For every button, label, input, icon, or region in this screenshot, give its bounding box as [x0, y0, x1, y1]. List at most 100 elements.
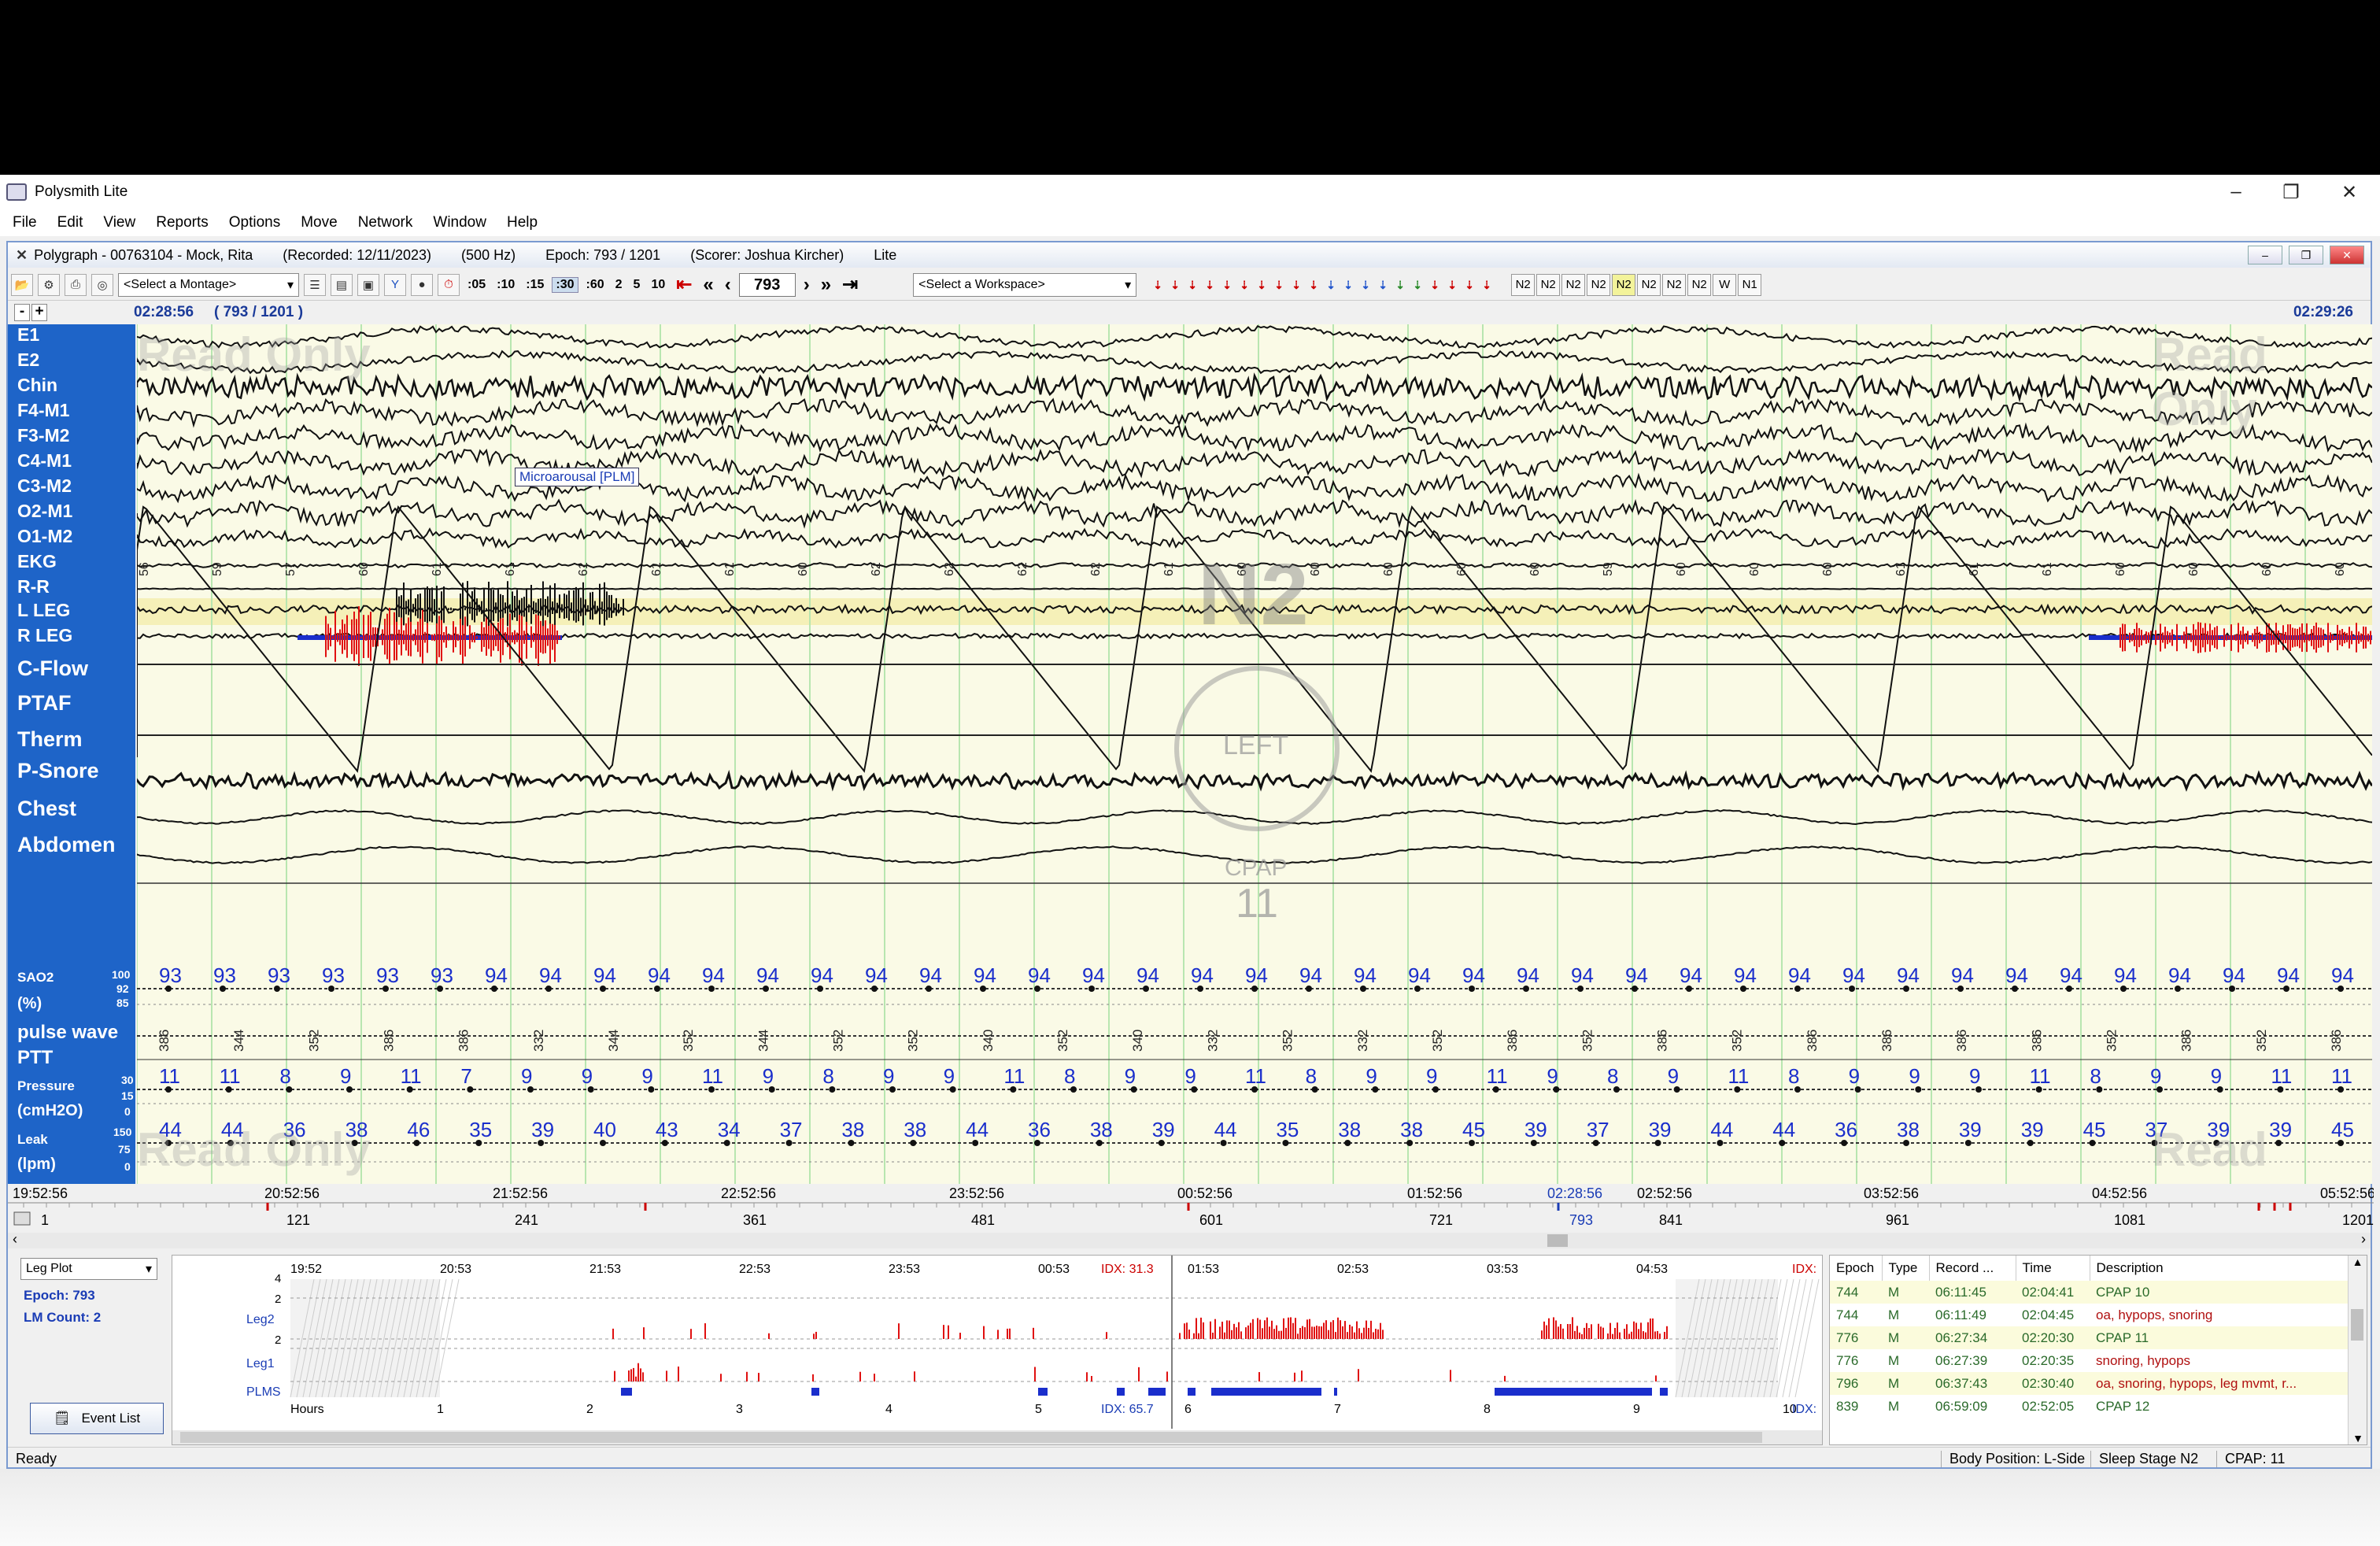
menu-move[interactable]: Move [301, 214, 337, 231]
epoch-length-2m[interactable]: 2 [612, 278, 626, 292]
col-description[interactable]: Description [2090, 1256, 2367, 1281]
stage-button[interactable]: N2 [1637, 273, 1661, 296]
channel-label-c-flow[interactable]: C-Flow [17, 656, 88, 681]
event-list-button[interactable]: 🗒 Event List [30, 1403, 164, 1434]
first-epoch-icon[interactable]: ⇤ [673, 273, 695, 296]
event-marker-icon[interactable]: ⇣ [1184, 275, 1201, 295]
stage-button[interactable]: N2 [1687, 273, 1712, 296]
epoch-length-60s[interactable]: :60 [583, 278, 608, 292]
menu-view[interactable]: View [103, 214, 135, 231]
stage-button[interactable]: N2 [1561, 273, 1586, 296]
channel-label-r-r[interactable]: R-R [17, 576, 50, 597]
menu-file[interactable]: File [13, 214, 37, 231]
channel-label-o1-m2[interactable]: O1-M2 [17, 526, 72, 547]
channel-label-chest[interactable]: Chest [17, 797, 76, 821]
channel-label-p-snore[interactable]: P-Snore [17, 759, 99, 783]
page-forward-icon[interactable]: » [818, 274, 834, 296]
channel-label-chin[interactable]: Chin [17, 375, 57, 396]
channel-label-abdomen[interactable]: Abdomen [17, 833, 116, 857]
stage-button[interactable]: N2 [1587, 273, 1611, 296]
stage-button[interactable]: N1 [1738, 273, 1762, 296]
record-icon[interactable]: ● [411, 273, 433, 296]
report-icon[interactable]: ▤ [331, 273, 353, 296]
event-marker-icon[interactable]: ⇣ [1305, 275, 1322, 295]
next-epoch-icon[interactable]: › [800, 274, 813, 296]
channel-label-e2[interactable]: E2 [17, 350, 39, 371]
event-marker-icon[interactable]: ⇣ [1409, 275, 1426, 295]
stage-button[interactable]: W [1713, 273, 1737, 296]
channel-label-l-leg[interactable]: L LEG [17, 600, 70, 621]
channel-label-f4-m1[interactable]: F4-M1 [17, 400, 69, 421]
montage-icon[interactable]: ◎ [91, 273, 113, 296]
stage-button[interactable]: N2 [1536, 273, 1561, 296]
event-marker-icon[interactable]: ⇣ [1236, 275, 1253, 295]
scroll-left-icon[interactable]: ‹ [13, 1231, 17, 1248]
event-marker-icon[interactable]: ⇣ [1149, 275, 1166, 295]
event-row[interactable]: 744 M 06:11:45 02:04:41 CPAP 10 [1830, 1281, 2367, 1304]
event-marker-icon[interactable]: ⇣ [1253, 275, 1270, 295]
expand-button[interactable]: + [31, 304, 47, 321]
channel-label-ekg[interactable]: EKG [17, 551, 57, 572]
restore-icon[interactable]: ❐ [2264, 175, 2319, 209]
epoch-length-10m[interactable]: 10 [648, 278, 668, 292]
event-marker-icon[interactable]: ⇣ [1322, 275, 1340, 295]
menu-options[interactable]: Options [229, 214, 280, 231]
open-folder-icon[interactable]: 📂 [11, 273, 33, 296]
menu-help[interactable]: Help [507, 214, 538, 231]
col-type[interactable]: Type [1882, 1256, 1930, 1281]
col-epoch[interactable]: Epoch [1830, 1256, 1883, 1281]
epoch-length-5m[interactable]: 5 [630, 278, 644, 292]
epoch-length-5s[interactable]: :05 [464, 278, 489, 292]
event-row[interactable]: 776 M 06:27:39 02:20:35 snoring, hypops [1830, 1349, 2367, 1372]
event-annotation[interactable]: Microarousal [PLM] [515, 468, 640, 486]
menu-edit[interactable]: Edit [57, 214, 83, 231]
channel-label-c3-m2[interactable]: C3-M2 [17, 475, 72, 497]
settings-gear-icon[interactable]: ⚙ [38, 273, 60, 296]
event-marker-icon[interactable]: ⇣ [1374, 275, 1391, 295]
child-minimize-icon[interactable]: – [2248, 246, 2282, 264]
horizontal-scrollbar[interactable]: ‹ › [8, 1231, 2371, 1248]
event-marker-icon[interactable]: ⇣ [1461, 275, 1478, 295]
minimize-icon[interactable]: – [2208, 175, 2264, 209]
event-marker-icon[interactable]: ⇣ [1340, 275, 1357, 295]
scroll-thumb[interactable] [1547, 1234, 1568, 1247]
montage-select[interactable]: <Select a Montage> ▾ [118, 272, 299, 297]
event-row[interactable]: 776 M 06:27:34 02:20:30 CPAP 11 [1830, 1326, 2367, 1349]
scroll-right-icon[interactable]: › [2361, 1231, 2366, 1248]
event-marker-icon[interactable]: ⇣ [1270, 275, 1288, 295]
col-time[interactable]: Time [2016, 1256, 2090, 1281]
workspace-select[interactable]: <Select a Workspace> ▾ [913, 272, 1137, 297]
filter-icon[interactable]: Y [384, 273, 406, 296]
channel-label-o2-m1[interactable]: O2-M1 [17, 501, 72, 522]
scroll-down-icon[interactable]: ▼ [2349, 1432, 2367, 1444]
event-marker-icon[interactable]: ⇣ [1357, 275, 1374, 295]
channel-list-icon[interactable]: ☰ [304, 273, 326, 296]
channel-label-r-leg[interactable]: R LEG [17, 625, 72, 646]
page-back-icon[interactable]: « [700, 274, 716, 296]
event-marker-icon[interactable]: ⇣ [1201, 275, 1218, 295]
epoch-length-10s[interactable]: :10 [493, 278, 518, 292]
prev-epoch-icon[interactable]: ‹ [722, 274, 734, 296]
event-marker-icon[interactable]: ⇣ [1166, 275, 1184, 295]
event-row[interactable]: 796 M 06:37:43 02:30:40 oa, snoring, hypops,… [1830, 1372, 2367, 1395]
child-restore-icon[interactable]: ❐ [2289, 246, 2323, 264]
event-marker-icon[interactable]: ⇣ [1478, 275, 1495, 295]
leg-plot[interactable]: 19:52 20:53 21:53 22:53 23:53 00:53 01:53 02:53… [172, 1255, 1823, 1445]
menu-network[interactable]: Network [358, 214, 413, 231]
stage-button[interactable]: N2 [1662, 273, 1687, 296]
epoch-input[interactable]: 793 [738, 272, 796, 297]
epoch-length-30s[interactable]: :30 [552, 276, 578, 293]
event-row[interactable]: 744 M 06:11:49 02:04:45 oa, hypops, snoring [1830, 1304, 2367, 1326]
close-icon[interactable]: ✕ [2322, 175, 2377, 209]
stage-button[interactable]: N2 [1511, 273, 1536, 296]
event-list-scrollbar[interactable]: ▲ ▼ [2348, 1256, 2367, 1444]
event-scroll-thumb[interactable] [2351, 1309, 2363, 1341]
event-marker-icon[interactable]: ⇣ [1288, 275, 1305, 295]
collapse-button[interactable]: - [14, 304, 30, 321]
event-marker-icon[interactable]: ⇣ [1218, 275, 1236, 295]
plot-type-select[interactable]: Leg Plot ▾ [20, 1258, 157, 1280]
signal-display[interactable]: 56 59 57 60 61 61 61 61 61 60 62 62 62 62 61 60 60 60 60 60… [137, 324, 2372, 1184]
channel-label-therm[interactable]: Therm [17, 727, 83, 752]
child-close-icon[interactable]: ✕ [2330, 246, 2364, 264]
menu-window[interactable]: Window [433, 214, 486, 231]
